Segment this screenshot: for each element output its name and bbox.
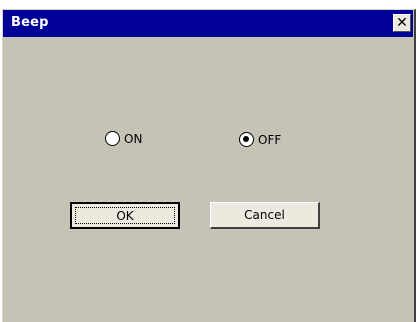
radio-off-label: OFF <box>258 132 282 147</box>
radio-on[interactable]: ON <box>105 131 142 146</box>
title-bar[interactable]: Beep ✕ <box>3 10 413 37</box>
ok-button[interactable]: OK <box>70 202 180 229</box>
focus-rectangle <box>75 207 175 224</box>
cancel-button-label: Cancel <box>244 208 285 222</box>
dialog-title: Beep <box>11 15 49 30</box>
beep-dialog: Beep ✕ ON OFF OK Cancel <box>2 9 416 322</box>
cancel-button[interactable]: Cancel <box>210 202 320 229</box>
radio-on-circle[interactable] <box>105 131 120 146</box>
close-icon: ✕ <box>396 15 408 31</box>
radio-off-circle[interactable] <box>239 132 254 147</box>
close-button[interactable]: ✕ <box>393 14 411 32</box>
radio-on-label: ON <box>124 131 143 146</box>
radio-off[interactable]: OFF <box>239 132 281 147</box>
